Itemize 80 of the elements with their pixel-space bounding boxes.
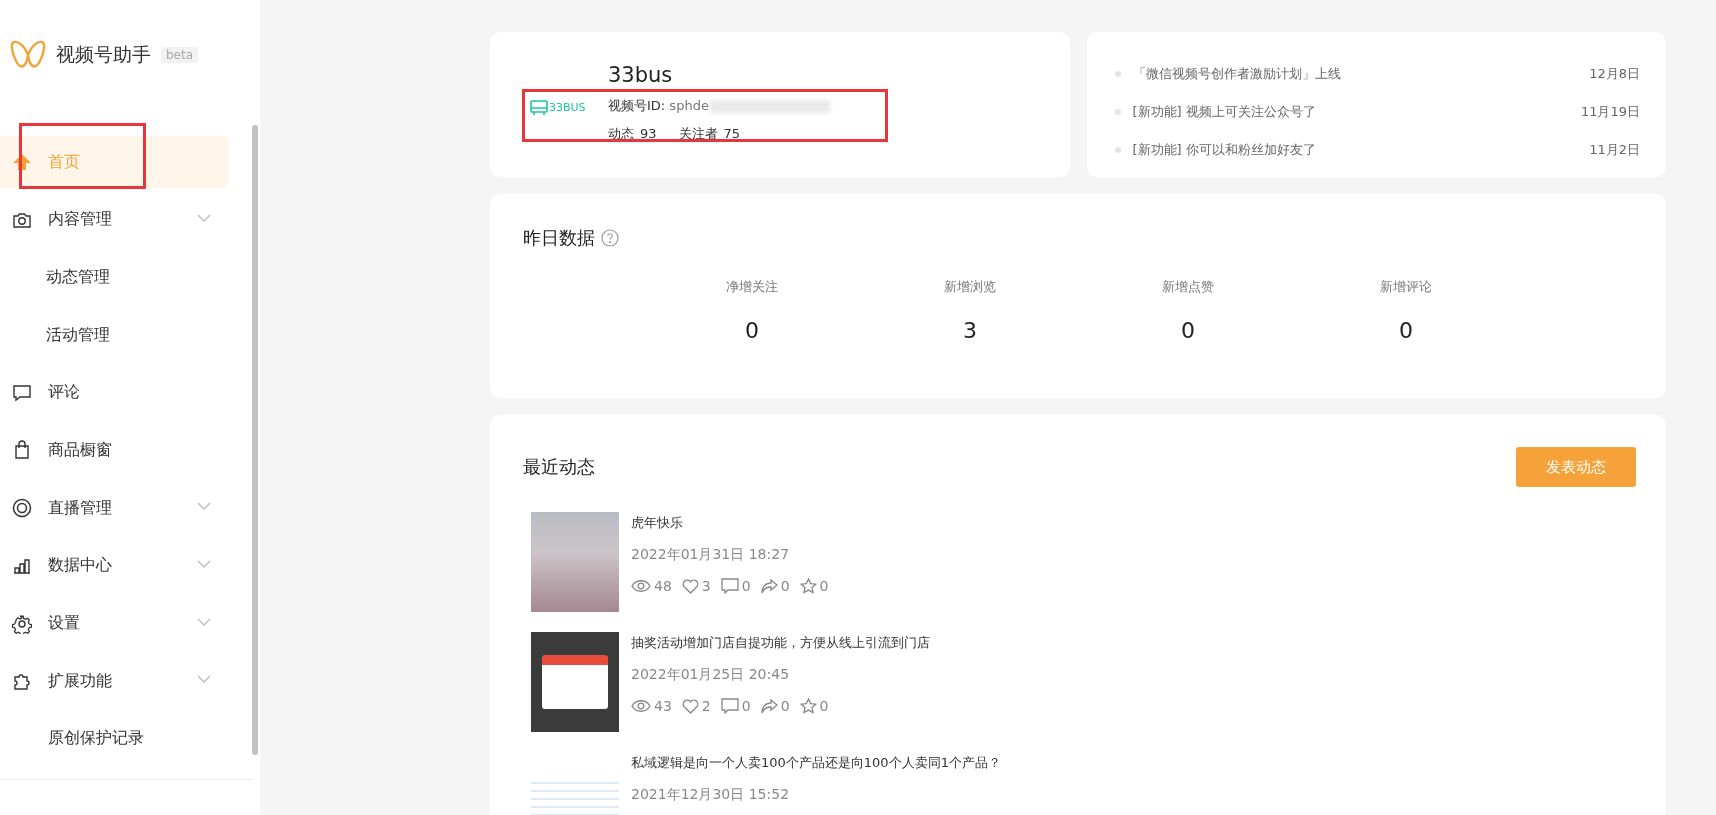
bullet-dot bbox=[1114, 147, 1121, 153]
count-value: 93 bbox=[640, 125, 657, 141]
metric-count: 0 bbox=[819, 698, 829, 714]
submenu-item[interactable]: 活动管理 bbox=[0, 309, 229, 362]
share-icon bbox=[760, 698, 778, 714]
metric-count: 43 bbox=[654, 698, 672, 714]
id-value: sphde bbox=[668, 97, 709, 113]
menu-item[interactable]: 原创保护记录 bbox=[0, 712, 229, 765]
live-icon bbox=[12, 498, 32, 519]
app-title: 视频号助手 bbox=[56, 42, 151, 67]
settings-icon bbox=[12, 613, 32, 634]
news-link[interactable]: 「微信视频号创作者激励计划」上线 bbox=[1132, 65, 1590, 83]
logo-icon bbox=[10, 39, 46, 71]
stat-label: 新增浏览 bbox=[944, 278, 996, 296]
news-date: 12月8日 bbox=[1589, 65, 1640, 83]
menu-item[interactable]: 直播管理 bbox=[0, 482, 229, 535]
channel-name: 33bus bbox=[608, 62, 674, 87]
stat-label: 新增评论 bbox=[1380, 278, 1432, 296]
news-link[interactable]: [新功能] 视频上可关注公众号了 bbox=[1132, 103, 1581, 121]
stat-value: 0 bbox=[1181, 318, 1195, 343]
scrollbar[interactable] bbox=[252, 125, 258, 755]
help-icon[interactable] bbox=[601, 229, 619, 247]
channel-logo: 33BUS bbox=[530, 81, 592, 128]
chevron-down-icon bbox=[197, 559, 211, 568]
screenshot-thumbnail[interactable] bbox=[531, 632, 619, 732]
chevron-down-icon bbox=[197, 213, 211, 222]
post-title[interactable]: 私域逻辑是向一个人卖100个产品还是向100个人卖同1个产品？ bbox=[631, 754, 1001, 772]
bullet-dot bbox=[1114, 109, 1121, 115]
post-title[interactable]: 抽奖活动增加门店自提功能，方便从线上引流到门店 bbox=[631, 634, 930, 652]
beta-badge: beta bbox=[161, 47, 199, 63]
eye-icon bbox=[631, 579, 651, 593]
post-time: 2022年01月31日 18:27 bbox=[631, 546, 791, 564]
stat-value: 0 bbox=[745, 318, 759, 343]
metric-count: 0 bbox=[741, 578, 751, 594]
comment-icon bbox=[12, 382, 32, 403]
menu-item[interactable]: 商品橱窗 bbox=[0, 424, 229, 477]
comment-icon bbox=[720, 698, 739, 714]
metric-count: 0 bbox=[819, 578, 829, 594]
metric-count: 3 bbox=[701, 578, 711, 594]
star-icon bbox=[799, 698, 817, 714]
post-time: 2021年12月30日 15:52 bbox=[631, 786, 791, 804]
eye-icon bbox=[631, 699, 651, 713]
menu-item[interactable]: 内容管理 bbox=[0, 193, 229, 246]
stat-value: 3 bbox=[963, 318, 977, 343]
news-date: 11月19日 bbox=[1580, 103, 1640, 121]
stat-label: 净增关注 bbox=[726, 278, 778, 296]
news-link[interactable]: [新功能] 你可以和粉丝加好友了 bbox=[1132, 141, 1590, 159]
shopping-bag-icon bbox=[12, 440, 32, 461]
submenu-item[interactable]: 动态管理 bbox=[0, 251, 229, 304]
home-icon bbox=[12, 152, 32, 172]
count-label: 关注者 bbox=[678, 125, 718, 141]
bullet-dot bbox=[1114, 71, 1121, 77]
chevron-down-icon bbox=[197, 675, 211, 684]
photo-placeholder[interactable] bbox=[531, 512, 619, 612]
heart-icon bbox=[681, 578, 699, 594]
share-icon bbox=[760, 578, 778, 594]
comment-icon bbox=[720, 578, 739, 594]
metric-count: 48 bbox=[654, 578, 672, 594]
section-title: 最近动态 bbox=[523, 455, 595, 479]
menu-item[interactable]: 评论 bbox=[0, 366, 229, 419]
metric-count: 0 bbox=[780, 578, 790, 594]
id-label: 视频号ID: bbox=[608, 97, 666, 113]
post-title[interactable]: 虎年快乐 bbox=[631, 514, 829, 532]
stat-label: 新增点赞 bbox=[1162, 278, 1214, 296]
stat-value: 0 bbox=[1399, 318, 1413, 343]
metric-count: 0 bbox=[741, 698, 751, 714]
heart-icon bbox=[681, 698, 699, 714]
post-time: 2022年01月25日 20:45 bbox=[631, 666, 791, 684]
puzzle-icon bbox=[12, 671, 32, 692]
metric-count: 2 bbox=[701, 698, 711, 714]
chevron-down-icon bbox=[197, 617, 211, 626]
star-icon bbox=[799, 578, 817, 594]
count-value: 75 bbox=[723, 125, 741, 141]
metric-count: 0 bbox=[780, 698, 790, 714]
section-title: 昨日数据 bbox=[523, 226, 595, 250]
menu-item[interactable]: 扩展功能 bbox=[0, 655, 229, 708]
news-date: 11月2日 bbox=[1589, 141, 1640, 159]
menu-item[interactable]: 设置 bbox=[0, 597, 229, 650]
chevron-down-icon bbox=[197, 502, 211, 511]
menu-item[interactable]: 数据中心 bbox=[0, 539, 229, 592]
